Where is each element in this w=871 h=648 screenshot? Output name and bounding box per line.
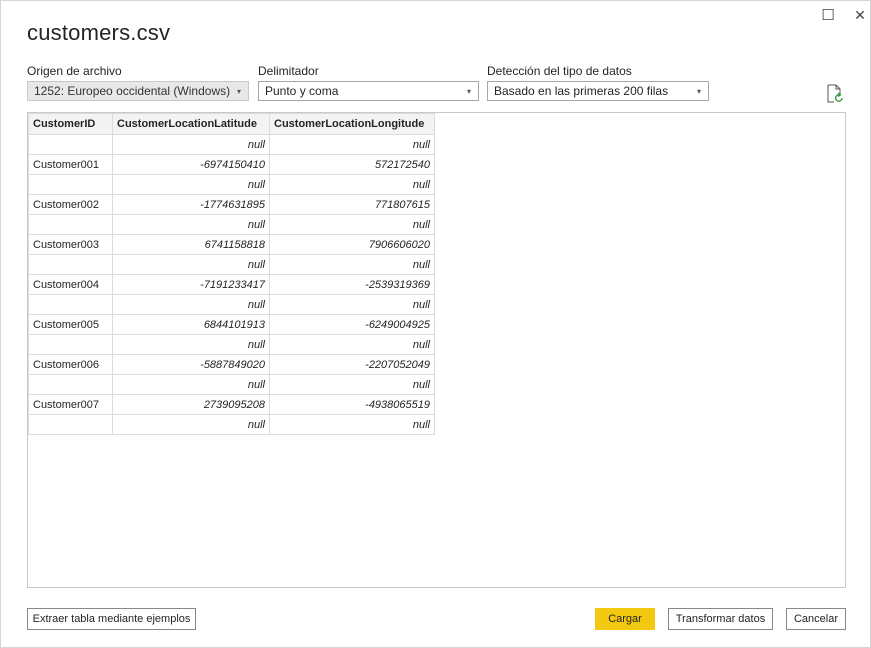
delimiter-label: Delimitador	[258, 64, 319, 78]
transform-data-label: Transformar datos	[675, 613, 766, 625]
preview-table: CustomerID CustomerLocationLatitude Cust…	[28, 113, 435, 435]
cell-latitude: null	[112, 334, 270, 355]
table-row: Customer004 -7191233417 -2539319369	[28, 274, 435, 295]
data-preview: CustomerID CustomerLocationLatitude Cust…	[27, 112, 846, 588]
cell-latitude: null	[112, 214, 270, 235]
cell-longitude: null	[269, 254, 435, 275]
cell-longitude: 7906606020	[269, 234, 435, 255]
cell-latitude: null	[112, 374, 270, 395]
cell-customer-id: Customer005	[28, 314, 113, 335]
maximize-button[interactable]: ☐	[816, 4, 840, 26]
maximize-icon: ☐	[821, 7, 835, 24]
table-row: null null	[28, 134, 435, 155]
cell-customer-id	[28, 134, 113, 155]
column-header-longitude[interactable]: CustomerLocationLongitude	[269, 113, 435, 135]
table-row: null null	[28, 214, 435, 235]
cell-customer-id: Customer002	[28, 194, 113, 215]
table-row: Customer003 6741158818 7906606020	[28, 234, 435, 255]
table-row: null null	[28, 294, 435, 315]
cell-longitude: 771807615	[269, 194, 435, 215]
cell-latitude: 2739095208	[112, 394, 270, 415]
type-detection-label: Detección del tipo de datos	[487, 64, 632, 78]
cancel-label: Cancelar	[793, 613, 839, 625]
cell-customer-id	[28, 334, 113, 355]
refresh-button[interactable]	[826, 84, 844, 104]
cell-customer-id: Customer004	[28, 274, 113, 295]
type-detection-select[interactable]: Basado en las primeras 200 filas ▾	[487, 81, 709, 101]
table-row: Customer007 2739095208 -4938065519	[28, 394, 435, 415]
table-row: Customer002 -1774631895 771807615	[28, 194, 435, 215]
table-body: null null Customer001 -6974150410 572172540…	[28, 134, 435, 435]
cell-customer-id: Customer001	[28, 154, 113, 175]
cell-latitude: 6741158818	[112, 234, 270, 255]
table-row: Customer005 6844101913 -6249004925	[28, 314, 435, 335]
cell-customer-id	[28, 374, 113, 395]
cell-latitude: -7191233417	[112, 274, 270, 295]
cell-longitude: -4938065519	[269, 394, 435, 415]
extract-table-button[interactable]: Extraer tabla mediante ejemplos	[27, 608, 196, 630]
cell-latitude: null	[112, 294, 270, 315]
column-header-latitude[interactable]: CustomerLocationLatitude	[112, 113, 270, 135]
cancel-button[interactable]: Cancelar	[786, 608, 846, 630]
cell-longitude: null	[269, 374, 435, 395]
transform-data-button[interactable]: Transformar datos	[668, 608, 773, 630]
table-row: null null	[28, 414, 435, 435]
cell-customer-id: Customer006	[28, 354, 113, 375]
table-row: Customer006 -5887849020 -2207052049	[28, 354, 435, 375]
cell-longitude: 572172540	[269, 154, 435, 175]
load-button[interactable]: Cargar	[595, 608, 655, 630]
cell-customer-id	[28, 254, 113, 275]
chevron-down-icon: ▾	[236, 87, 241, 96]
close-icon: ✕	[854, 6, 866, 23]
cell-customer-id	[28, 414, 113, 435]
cell-longitude: -2207052049	[269, 354, 435, 375]
file-origin-label: Origen de archivo	[27, 64, 122, 78]
file-origin-select[interactable]: 1252: Europeo occidental (Windows) ▾	[27, 81, 249, 101]
file-origin-value: 1252: Europeo occidental (Windows)	[34, 84, 231, 98]
close-button[interactable]: ✕	[848, 4, 871, 26]
table-row: null null	[28, 174, 435, 195]
cell-latitude: -6974150410	[112, 154, 270, 175]
cell-latitude: null	[112, 414, 270, 435]
delimiter-value: Punto y coma	[265, 84, 339, 98]
cell-longitude: null	[269, 414, 435, 435]
cell-latitude: null	[112, 254, 270, 275]
cell-customer-id	[28, 214, 113, 235]
cell-longitude: null	[269, 214, 435, 235]
cell-customer-id	[28, 174, 113, 195]
chevron-down-icon: ▾	[696, 87, 701, 96]
delimiter-select[interactable]: Punto y coma ▾	[258, 81, 479, 101]
cell-latitude: null	[112, 134, 270, 155]
cell-longitude: null	[269, 294, 435, 315]
cell-latitude: -1774631895	[112, 194, 270, 215]
cell-customer-id: Customer003	[28, 234, 113, 255]
cell-longitude: null	[269, 174, 435, 195]
cell-latitude: null	[112, 174, 270, 195]
refresh-file-icon	[827, 84, 843, 103]
table-row: null null	[28, 254, 435, 275]
cell-latitude: -5887849020	[112, 354, 270, 375]
cell-longitude: null	[269, 134, 435, 155]
cell-latitude: 6844101913	[112, 314, 270, 335]
dialog-title: customers.csv	[27, 20, 171, 45]
chevron-down-icon: ▾	[466, 87, 471, 96]
extract-table-label: Extraer tabla mediante ejemplos	[32, 613, 191, 625]
load-label: Cargar	[608, 613, 642, 625]
cell-customer-id: Customer007	[28, 394, 113, 415]
table-row: null null	[28, 374, 435, 395]
cell-longitude: null	[269, 334, 435, 355]
table-row: null null	[28, 334, 435, 355]
cell-longitude: -2539319369	[269, 274, 435, 295]
type-detection-value: Basado en las primeras 200 filas	[494, 84, 669, 98]
cell-customer-id	[28, 294, 113, 315]
table-row: Customer001 -6974150410 572172540	[28, 154, 435, 175]
table-header-row: CustomerID CustomerLocationLatitude Cust…	[28, 113, 435, 135]
cell-longitude: -6249004925	[269, 314, 435, 335]
column-header-customerid[interactable]: CustomerID	[28, 113, 113, 135]
